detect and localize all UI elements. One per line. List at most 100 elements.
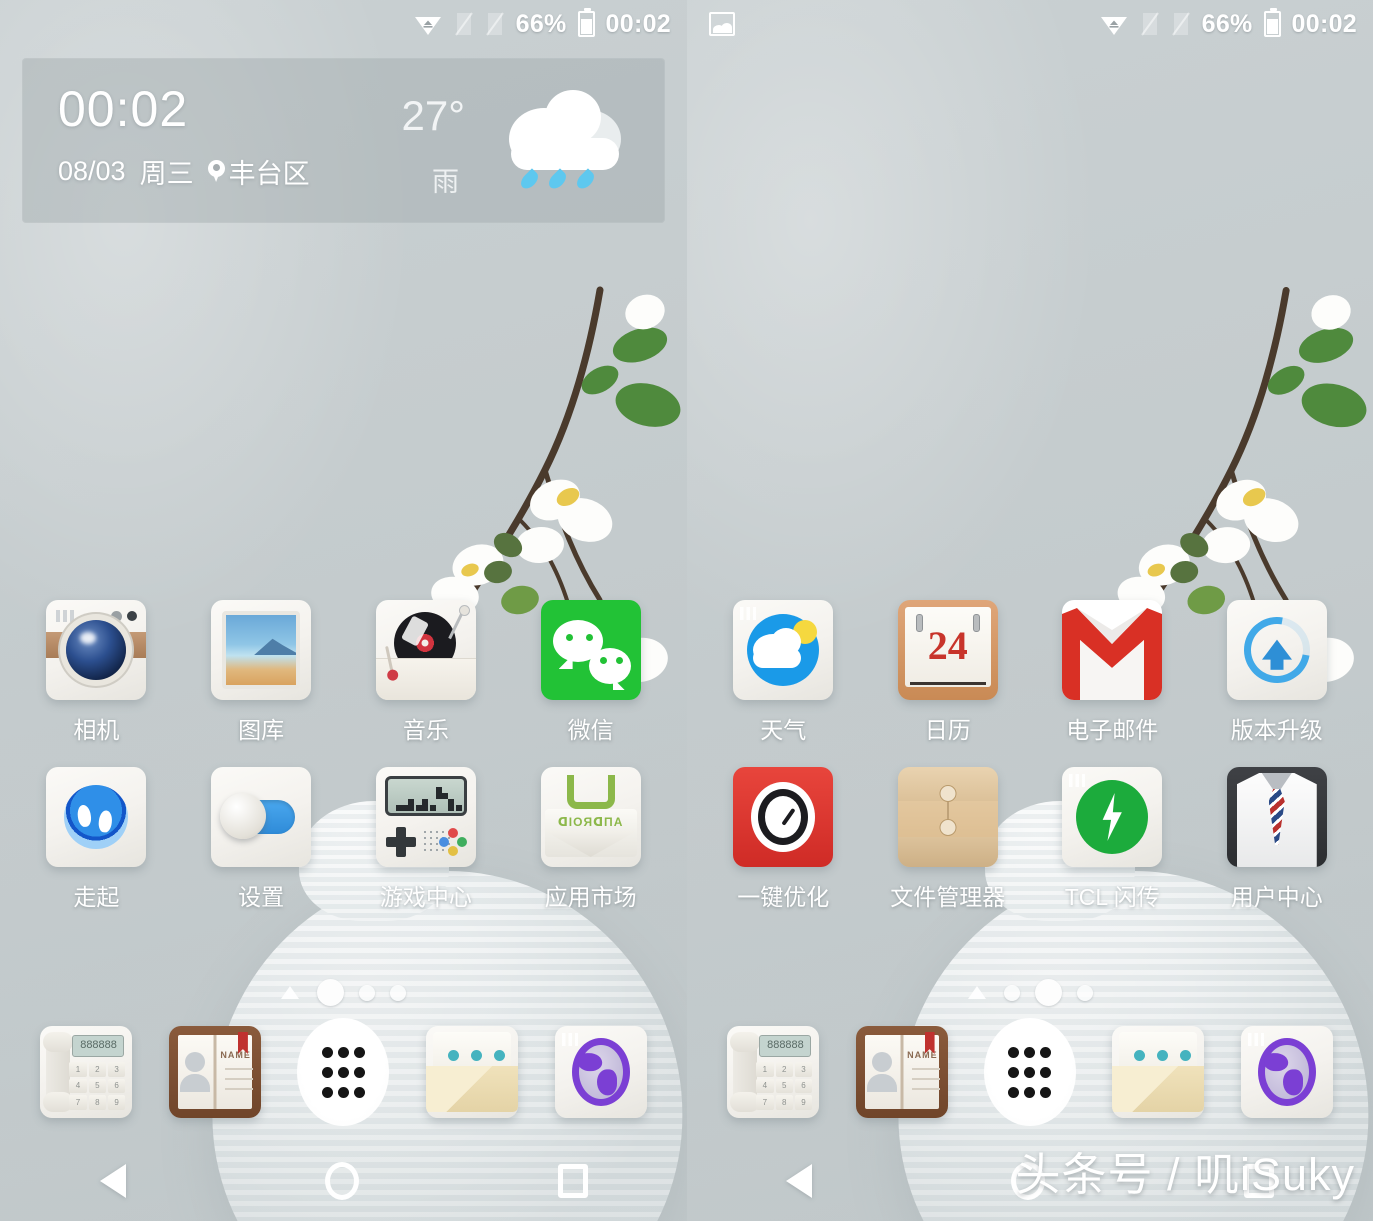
calendar-icon: 24 <box>897 600 998 700</box>
battery-percent-label: 66% <box>1201 9 1253 38</box>
browser-globe-icon[interactable] <box>1240 1026 1333 1118</box>
app-settings[interactable]: 设置 <box>187 767 335 912</box>
contacts-book-icon[interactable]: NAME <box>855 1026 948 1118</box>
app-user-center[interactable]: 用户中心 <box>1203 767 1351 912</box>
page-dot[interactable] <box>1076 984 1093 1001</box>
widget-weekday: 周三 <box>139 159 194 189</box>
app-label: 电子邮件 <box>1066 717 1159 743</box>
app-weather[interactable]: 天气 <box>709 600 857 745</box>
app-label: 天气 <box>760 717 807 743</box>
widget-date: 08/03 <box>58 156 126 186</box>
app-drawer-icon[interactable] <box>983 1018 1076 1126</box>
app-email[interactable]: 电子邮件 <box>1038 600 1186 745</box>
status-bar-system-icons: 66% 00:02 <box>1099 8 1357 39</box>
recents-square-icon[interactable] <box>557 1164 588 1198</box>
app-row: 走起 设置 游戏中心 ᗡIOЯᗡΠA 应用市场 <box>0 767 687 912</box>
phone-dialer-icon[interactable]: 888888 123456789 <box>727 1026 820 1118</box>
app-wechat[interactable]: 微信 <box>517 600 665 745</box>
app-file-manager[interactable]: 文件管理器 <box>874 767 1022 912</box>
music-icon <box>375 600 476 700</box>
app-grid-page-2: 天气 24 日历 电子邮件 版本升级 一键优化 文件管理器 TCL 闪传 用户中… <box>687 600 1373 934</box>
dual-screenshot-container: 66% 00:02 00:02 08/03 周三 丰台区 27° 雨 相机 图库… <box>0 0 1373 1221</box>
app-label: 一键优化 <box>737 884 830 910</box>
app-label: 相机 <box>73 717 120 743</box>
app-row: 一键优化 文件管理器 TCL 闪传 用户中心 <box>687 767 1373 912</box>
triangle-up-icon <box>967 986 986 999</box>
watermark: 头条号 / 叽iSuky <box>1015 1149 1355 1200</box>
widget-clock: 00:02 <box>58 81 189 137</box>
back-triangle-icon[interactable] <box>786 1164 813 1198</box>
app-game-center[interactable]: 游戏中心 <box>352 767 500 912</box>
battery-percent-label: 66% <box>515 9 567 38</box>
app-label: 版本升级 <box>1230 717 1323 743</box>
app-market[interactable]: ᗡIOЯᗡΠA 应用市场 <box>517 767 665 912</box>
home-screen-page-1: 66% 00:02 00:02 08/03 周三 丰台区 27° 雨 相机 图库… <box>0 0 687 1221</box>
file-manager-icon <box>897 767 998 867</box>
dialer-screen-text: 888888 <box>759 1035 812 1057</box>
app-flash-transfer[interactable]: TCL 闪传 <box>1038 767 1186 912</box>
app-row: 天气 24 日历 电子邮件 版本升级 <box>687 600 1373 745</box>
page-dot[interactable] <box>390 984 406 1001</box>
clock-weather-widget[interactable]: 00:02 08/03 周三 丰台区 27° 雨 <box>22 58 665 223</box>
sim2-disabled-icon <box>485 12 504 36</box>
app-calendar[interactable]: 24 日历 <box>874 600 1022 745</box>
app-drawer-icon[interactable] <box>297 1018 390 1126</box>
pedometer-icon <box>46 767 147 867</box>
page-dot[interactable] <box>1003 984 1020 1001</box>
app-upgrade[interactable]: 版本升级 <box>1203 600 1351 745</box>
sim1-disabled-icon <box>454 12 473 36</box>
screenshot-icon <box>709 12 735 36</box>
status-bar-clock: 00:02 <box>605 9 671 38</box>
app-label: 日历 <box>924 717 971 743</box>
browser-globe-icon[interactable] <box>554 1026 647 1118</box>
phone-dialer-icon[interactable]: 888888 123456789 <box>40 1026 133 1118</box>
status-bar-left: 66% 00:02 <box>0 0 687 48</box>
page-indicator-left[interactable] <box>0 979 687 1006</box>
status-bar-system-icons: 66% 00:02 <box>413 8 671 39</box>
widget-condition: 雨 <box>432 167 459 197</box>
dock-right: 888888 123456789 NAME <box>687 1018 1373 1126</box>
app-label: 用户中心 <box>1230 884 1323 910</box>
page-indicator-right[interactable] <box>687 979 1373 1006</box>
app-label: 走起 <box>73 884 120 910</box>
app-label: 音乐 <box>402 717 449 743</box>
weather-icon <box>733 600 834 700</box>
flash-transfer-icon <box>1062 767 1163 867</box>
sim1-disabled-icon <box>1140 12 1159 36</box>
app-music[interactable]: 音乐 <box>352 600 500 745</box>
battery-icon <box>577 8 595 37</box>
status-bar-notifications <box>709 12 1099 36</box>
game-center-icon <box>375 767 476 867</box>
app-label: 图库 <box>238 717 285 743</box>
app-optimize[interactable]: 一键优化 <box>709 767 857 912</box>
messaging-envelope-icon[interactable] <box>426 1026 519 1118</box>
page-dot[interactable] <box>317 979 344 1006</box>
page-dot[interactable] <box>359 984 375 1001</box>
email-icon <box>1062 600 1163 700</box>
back-triangle-icon[interactable] <box>99 1164 126 1198</box>
app-gallery[interactable]: 图库 <box>187 600 335 745</box>
wechat-icon <box>540 600 641 700</box>
upgrade-icon <box>1226 600 1327 700</box>
wifi-icon <box>414 17 441 35</box>
app-camera[interactable]: 相机 <box>22 600 170 745</box>
navigation-bar-left <box>0 1141 687 1221</box>
page-dot[interactable] <box>1034 979 1062 1006</box>
home-circle-icon[interactable] <box>324 1162 359 1200</box>
status-bar-right: 66% 00:02 <box>687 0 1373 48</box>
camera-icon <box>46 600 147 700</box>
status-bar-clock: 00:02 <box>1291 9 1357 38</box>
widget-location: 丰台区 <box>228 159 310 189</box>
optimize-icon <box>733 767 834 867</box>
app-grid-page-1: 相机 图库 音乐 微信 走起 设置 游戏中心 ᗡIOЯᗡΠA 应用市场 <box>0 600 687 934</box>
app-pedometer[interactable]: 走起 <box>22 767 170 912</box>
widget-date-location: 08/03 周三 丰台区 <box>58 152 310 191</box>
user-center-icon <box>1226 767 1327 867</box>
cloud-rain-icon <box>501 84 627 194</box>
messaging-envelope-icon[interactable] <box>1112 1026 1205 1118</box>
triangle-up-icon <box>281 986 299 999</box>
contacts-book-icon[interactable]: NAME <box>168 1026 261 1118</box>
app-label: TCL 闪传 <box>1064 884 1160 910</box>
app-label: 文件管理器 <box>890 884 1006 910</box>
gallery-icon <box>211 600 312 700</box>
